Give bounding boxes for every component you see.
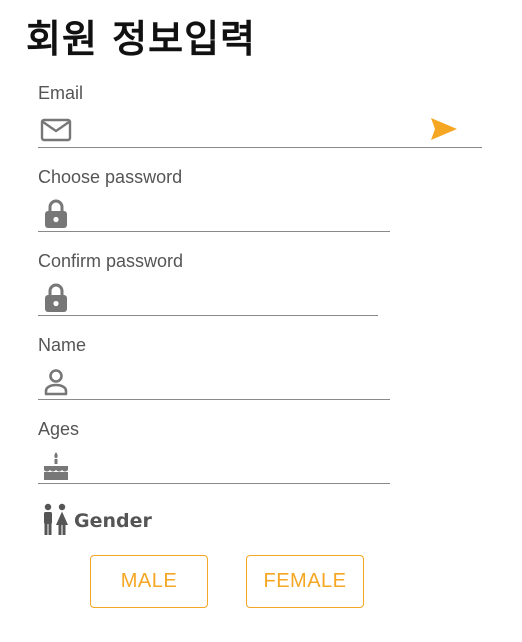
email-input[interactable] (82, 112, 412, 144)
password-label: Choose password (38, 167, 183, 187)
password-input[interactable] (82, 196, 382, 228)
gender-row: Gender (40, 502, 152, 541)
person-icon (40, 366, 72, 398)
page-title: 회원 정보입력 (26, 17, 256, 61)
male-button[interactable]: MALE (90, 555, 208, 608)
name-input-row[interactable] (38, 360, 390, 400)
mail-icon (40, 114, 72, 146)
age-label: Ages (38, 419, 80, 439)
send-icon[interactable] (430, 116, 458, 142)
cake-icon (40, 450, 72, 482)
confirm-password-label: Confirm password (38, 251, 184, 271)
email-input-row[interactable] (38, 108, 482, 148)
gender-label: Gender (74, 510, 152, 532)
female-button[interactable]: FEMALE (246, 555, 364, 608)
email-label: Email (38, 83, 84, 103)
lock-icon (40, 198, 72, 230)
password-input-row[interactable] (38, 192, 390, 232)
confirm-password-input-row[interactable] (38, 276, 378, 316)
gender-icon (40, 502, 70, 541)
name-input[interactable] (82, 364, 382, 396)
name-label: Name (38, 335, 87, 355)
confirm-password-input[interactable] (82, 280, 370, 312)
lock-icon (40, 282, 72, 314)
age-input-row[interactable] (38, 444, 390, 484)
age-input[interactable] (82, 448, 382, 480)
